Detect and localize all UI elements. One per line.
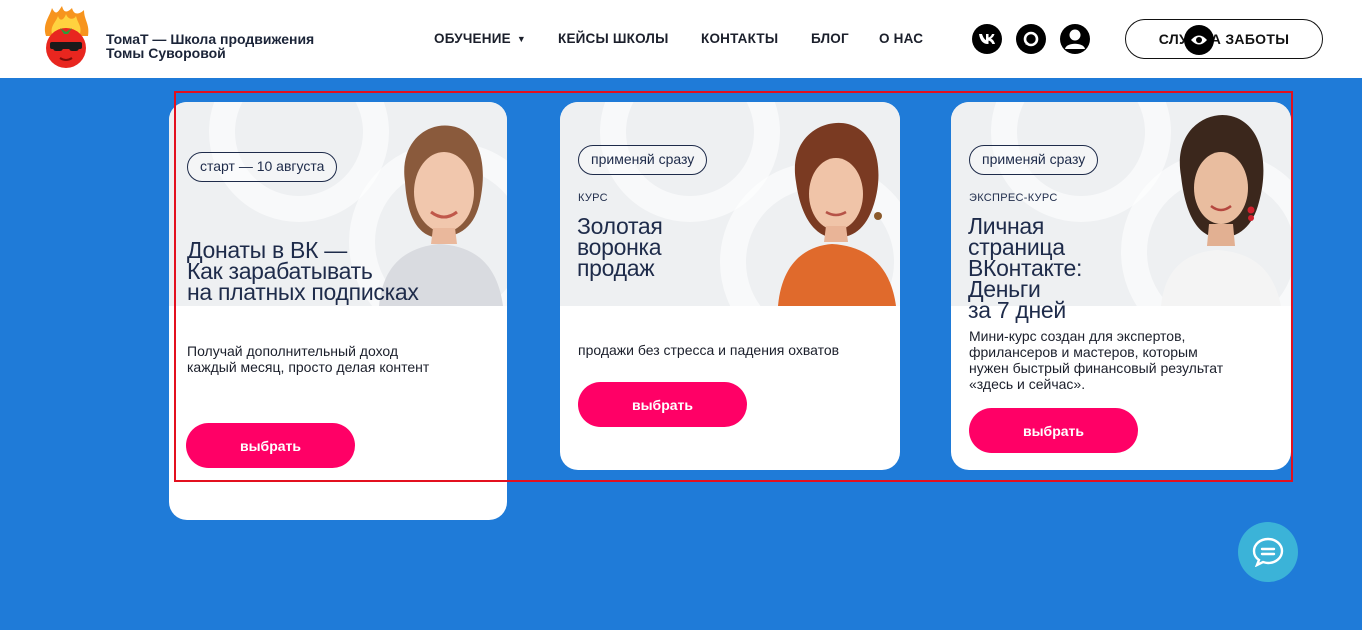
apply-now-tag: применяй сразу [578,145,708,175]
course-card-golden-funnel: применяй сразу КУРС Золотая воронка прод… [560,102,900,470]
start-date-tag: старт — 10 августа [187,152,338,182]
course-kind: КУРС [578,192,608,204]
desc-line: продажи без стресса и падения охватов [578,342,840,358]
desc-line: «здесь и сейчас». [969,376,1086,392]
desc-line: Мини-курс создан для экспертов, [969,328,1186,344]
desc-line: Получай дополнительный доход [187,343,399,359]
title-line: продаж [577,255,655,281]
desc-line: каждый месяц, просто делая контент [187,359,430,375]
speaker-photo [1161,114,1281,306]
card-title: Донаты в ВК — Как зарабатывать на платны… [187,239,419,305]
desc-line: фрилансеров и мастеров, которым [969,344,1198,360]
nav-blog[interactable]: БЛОГ [811,31,849,46]
max-messenger-icon[interactable] [1016,24,1046,54]
brand-line-1: ТомаТ — Школа продвижения [106,31,315,47]
brand-name[interactable]: ТомаТ — Школа продвижения Томы Суворовой [106,32,314,60]
eye-icon[interactable] [1184,25,1214,55]
choose-button[interactable]: выбрать [969,408,1138,453]
course-kind: ЭКСПРЕС-КУРС [969,192,1058,204]
title-line: за 7 дней [968,297,1066,323]
site-header: ТомаТ — Школа продвижения Томы Суворовой… [0,0,1362,78]
user-icon[interactable] [1060,24,1090,54]
desc-line: нужен быстрый финансовый результат [969,360,1224,376]
care-service-button[interactable]: СЛУЖБА ЗАБОТЫ [1125,19,1323,59]
choose-button[interactable]: выбрать [186,423,355,468]
card-title: Золотая воронка продаж [577,215,663,281]
tomato-logo-icon[interactable] [38,6,94,70]
nav-cases[interactable]: КЕЙСЫ ШКОЛЫ [558,31,669,46]
course-card-vk-page: применяй сразу ЭКСПРЕС-КУРС Личная стран… [951,102,1291,470]
nav-learning[interactable]: ОБУЧЕНИЕ ▼ [434,31,526,46]
nav-learning-label: ОБУЧЕНИЕ [434,31,511,46]
course-card-donations: старт — 10 августа Донаты в ВК — Как зар… [169,102,507,520]
card-description: продажи без стресса и падения охватов [578,342,839,358]
card-description: Получай дополнительный доход каждый меся… [187,343,429,375]
chat-icon[interactable] [1238,522,1298,582]
speaker-photo [778,122,896,306]
nav-contacts[interactable]: КОНТАКТЫ [701,31,778,46]
vk-icon[interactable] [972,24,1002,54]
caret-down-icon: ▼ [516,34,526,45]
title-line: на платных подписках [187,279,419,305]
apply-now-tag: применяй сразу [969,145,1099,175]
nav-about[interactable]: О НАС [879,31,923,46]
brand-line-2: Томы Суворовой [106,45,226,61]
card-description: Мини-курс создан для экспертов, фрилансе… [969,328,1223,392]
choose-button[interactable]: выбрать [578,382,747,427]
card-title: Личная страница ВКонтакте: Деньги за 7 д… [968,215,1082,323]
